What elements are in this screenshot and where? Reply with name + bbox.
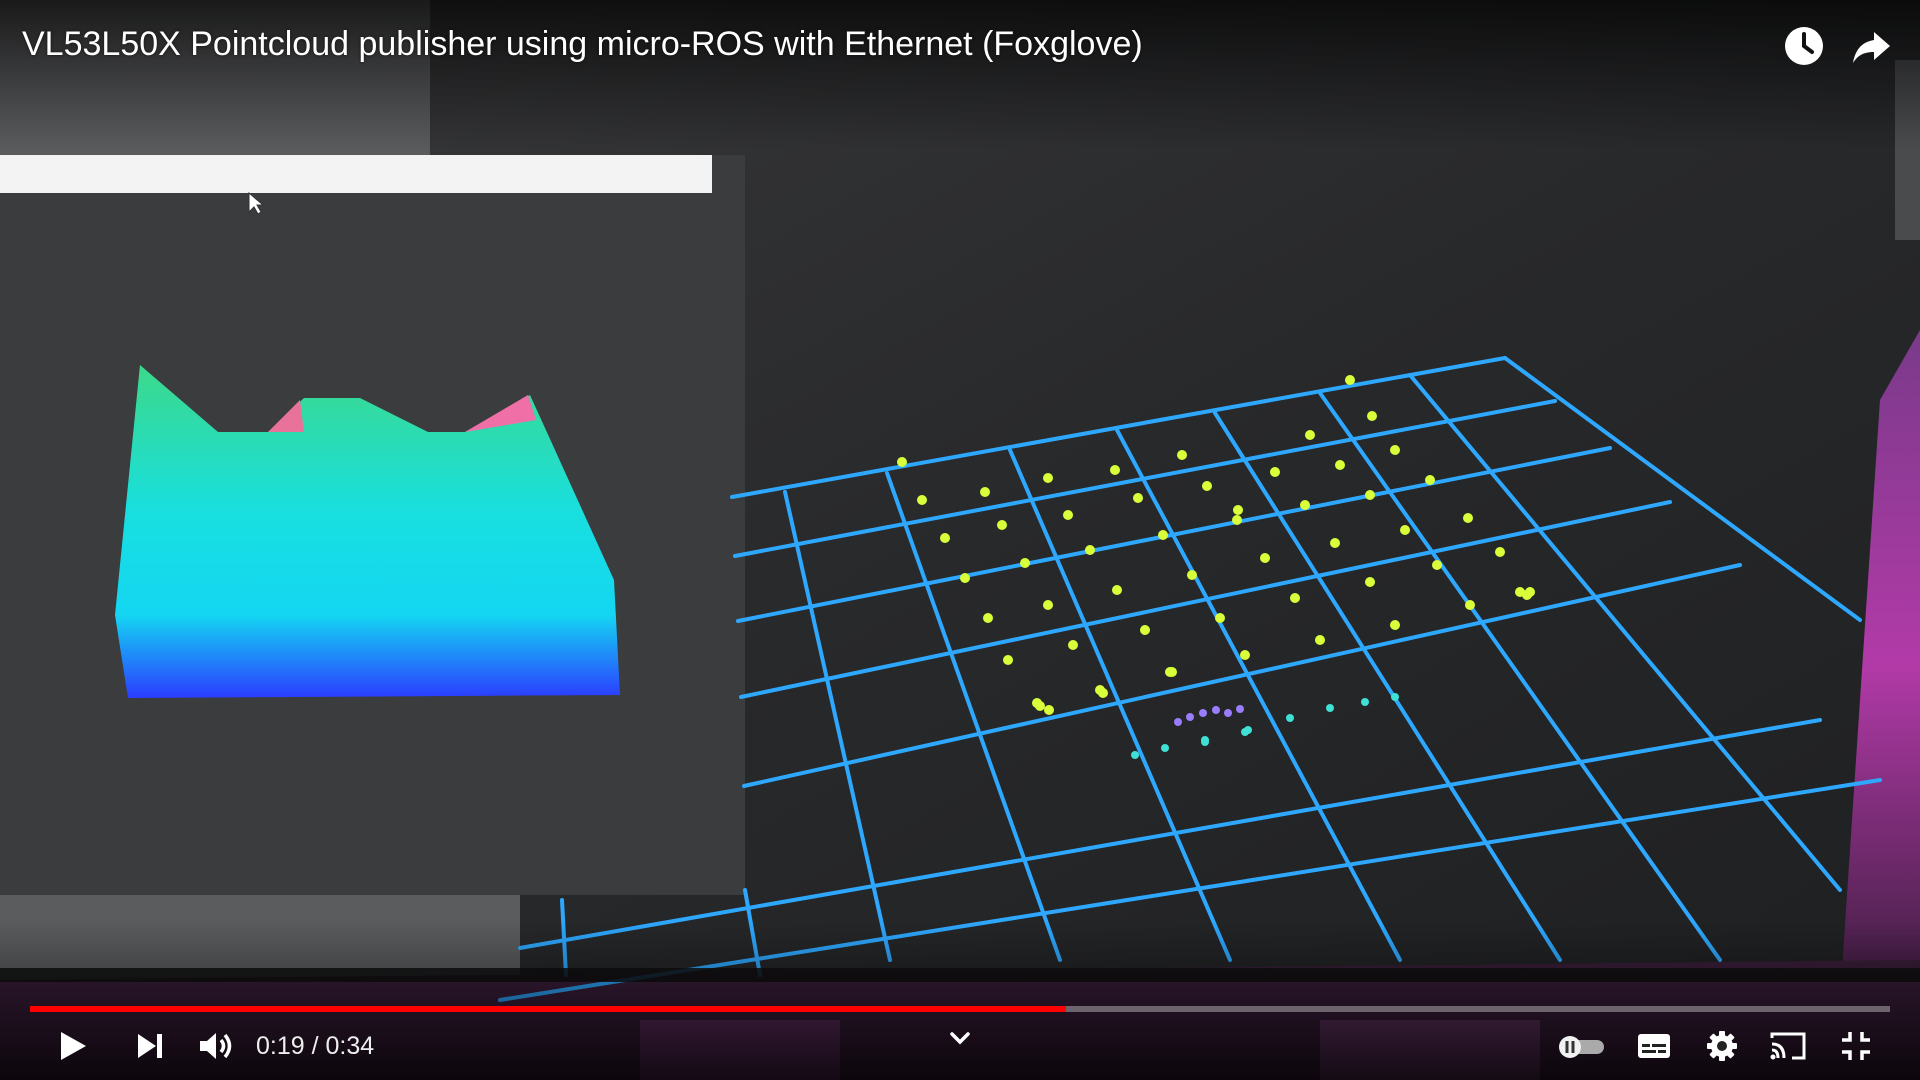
point xyxy=(1161,744,1169,752)
point xyxy=(1400,525,1410,535)
duration: 0:34 xyxy=(325,1032,375,1060)
point xyxy=(960,573,970,583)
point xyxy=(1232,515,1242,525)
point xyxy=(983,613,993,623)
point xyxy=(1463,513,1473,523)
next-icon xyxy=(138,1034,162,1058)
point xyxy=(1390,620,1400,630)
play-button[interactable] xyxy=(48,1022,96,1070)
cast-icon xyxy=(1770,1032,1806,1060)
gear-icon xyxy=(1707,1031,1737,1061)
point xyxy=(1525,587,1535,597)
video-frame[interactable] xyxy=(0,0,1920,1080)
point xyxy=(917,495,927,505)
point xyxy=(1465,600,1475,610)
point xyxy=(1260,553,1270,563)
point xyxy=(1068,640,1078,650)
point xyxy=(1035,701,1045,711)
point xyxy=(1199,709,1207,717)
point xyxy=(1361,698,1369,706)
share-button[interactable] xyxy=(1844,18,1900,74)
point xyxy=(1495,547,1505,557)
point xyxy=(1300,500,1310,510)
point xyxy=(1131,751,1139,759)
point xyxy=(1330,538,1340,548)
point xyxy=(1240,650,1250,660)
point xyxy=(1432,560,1442,570)
subtitles-button[interactable] xyxy=(1630,1022,1678,1070)
watch-later-button[interactable] xyxy=(1776,18,1832,74)
point xyxy=(1326,704,1334,712)
point xyxy=(1177,450,1187,460)
volume-icon xyxy=(200,1033,232,1059)
video-player[interactable]: VL53L50X Pointcloud publisher using micr… xyxy=(0,0,1920,1080)
point xyxy=(1305,430,1315,440)
point xyxy=(1112,585,1122,595)
point xyxy=(1390,445,1400,455)
point xyxy=(1063,510,1073,520)
point xyxy=(1186,713,1194,721)
point xyxy=(1020,558,1030,568)
point xyxy=(1315,635,1325,645)
point xyxy=(1233,505,1243,515)
current-time: 0:19 xyxy=(256,1032,305,1060)
point xyxy=(1133,493,1143,503)
point xyxy=(1187,570,1197,580)
point xyxy=(1201,738,1209,746)
point xyxy=(1365,577,1375,587)
volume-button[interactable] xyxy=(192,1022,240,1070)
point xyxy=(1140,625,1150,635)
exit-fullscreen-button[interactable] xyxy=(1832,1022,1880,1070)
point xyxy=(997,520,1007,530)
autoplay-toggle[interactable] xyxy=(1552,1022,1612,1070)
point xyxy=(1098,688,1108,698)
chevron-button[interactable] xyxy=(936,1024,984,1054)
point xyxy=(1286,714,1294,722)
video-title[interactable]: VL53L50X Pointcloud publisher using micr… xyxy=(22,22,1702,66)
settings-button[interactable] xyxy=(1698,1022,1746,1070)
cast-button[interactable] xyxy=(1764,1022,1812,1070)
point xyxy=(1043,600,1053,610)
point xyxy=(1335,460,1345,470)
time-separator: / xyxy=(304,1032,326,1060)
point xyxy=(940,533,950,543)
point xyxy=(1174,718,1182,726)
point xyxy=(1236,705,1244,713)
progress-bar[interactable] xyxy=(30,1003,1890,1015)
point xyxy=(1365,490,1375,500)
point xyxy=(1202,481,1212,491)
point xyxy=(1212,706,1220,714)
point xyxy=(1085,545,1095,555)
point xyxy=(1224,709,1232,717)
point xyxy=(1241,728,1249,736)
exit-fullscreen-icon xyxy=(1842,1032,1870,1060)
plot-window-titlebar xyxy=(0,155,712,193)
subtitles-icon xyxy=(1638,1034,1670,1058)
point xyxy=(980,487,990,497)
point xyxy=(1215,613,1225,623)
autoplay-toggle-icon xyxy=(1559,1036,1604,1058)
point xyxy=(1391,693,1399,701)
point xyxy=(1367,411,1377,421)
progress-played xyxy=(30,1006,1067,1012)
time-display: 0:19 / 0:34 xyxy=(256,1030,374,1062)
point xyxy=(1003,655,1013,665)
play-icon xyxy=(61,1032,86,1060)
point xyxy=(1158,530,1168,540)
point xyxy=(1345,375,1355,385)
point xyxy=(1167,667,1177,677)
clock-icon xyxy=(1785,27,1823,65)
point xyxy=(1044,705,1054,715)
chevron-down-icon xyxy=(950,1032,970,1045)
point xyxy=(897,457,907,467)
point xyxy=(1425,475,1435,485)
point xyxy=(1515,587,1525,597)
point xyxy=(1270,467,1280,477)
point xyxy=(1043,473,1053,483)
next-button[interactable] xyxy=(126,1022,174,1070)
point xyxy=(1290,593,1300,603)
point xyxy=(1110,465,1120,475)
share-arrow-icon xyxy=(1853,32,1890,63)
